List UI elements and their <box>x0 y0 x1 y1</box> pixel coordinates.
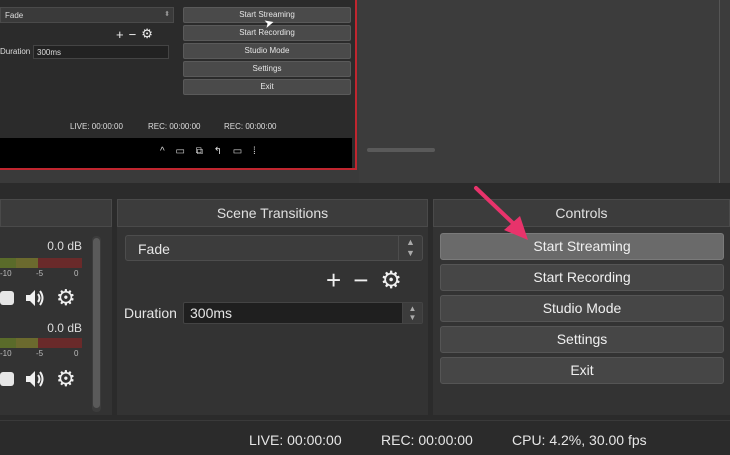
settings-button[interactable]: Settings <box>440 326 724 353</box>
rec-status: REC: 00:00:00 <box>381 432 473 448</box>
preview-canvas[interactable]: Fade ⬍ + − ⚙ Duration 300ms Start Stream… <box>0 0 357 170</box>
gear-icon[interactable]: ⚙ <box>56 366 76 392</box>
mixer-header <box>0 199 112 227</box>
duration-input[interactable]: 300ms ▲ ▼ <box>183 302 423 324</box>
studio-mode-button[interactable]: Studio Mode <box>440 295 724 322</box>
dock-gap <box>0 183 730 199</box>
mini-rec-status: REC: 00:00:00 <box>148 122 201 131</box>
minus-icon[interactable]: − <box>353 265 368 296</box>
mini-gear-icon: ⚙ <box>141 26 153 41</box>
live-status: LIVE: 00:00:00 <box>249 432 342 448</box>
channel-2-db: 0.0 dB <box>47 321 82 335</box>
duration-value: 300ms <box>190 305 233 321</box>
mini-duration-field: 300ms <box>33 45 169 59</box>
mini-toolbar: ^ ▭ ⧉ ↰ ▭ ⁞ <box>0 138 352 168</box>
status-bar: LIVE: 00:00:00 REC: 00:00:00 CPU: 4.2%, … <box>0 420 730 455</box>
preview-area: Fade ⬍ + − ⚙ Duration 300ms Start Stream… <box>0 0 730 183</box>
transition-tools: + − ⚙ <box>326 265 402 296</box>
mixer-scrollbar-thumb[interactable] <box>93 238 100 408</box>
mini-transition-value: Fade <box>5 11 24 20</box>
duration-spin-icon[interactable]: ▲ ▼ <box>402 303 422 323</box>
transition-select[interactable]: Fade ▲ ▼ <box>125 235 423 261</box>
preview-divider <box>719 0 720 183</box>
preview-scrollbar[interactable] <box>367 148 435 152</box>
speaker-icon[interactable] <box>24 288 46 308</box>
mini-transition-tools: + − ⚙ <box>116 26 153 42</box>
mini-toolbar-icons: ^ ▭ ⧉ ↰ ▭ ⁞ <box>160 146 260 157</box>
mini-studio-mode-button: Studio Mode <box>183 43 351 59</box>
channel-2-slider-handle[interactable] <box>0 372 14 386</box>
mini-select-arrow-icon: ⬍ <box>164 11 170 18</box>
scene-transitions-header: Scene Transitions <box>117 199 428 227</box>
channel-1-meter <box>0 258 82 268</box>
channel-2-controls: ⚙ <box>0 366 76 392</box>
mini-rec-status-2: REC: 00:00:00 <box>224 122 277 131</box>
cpu-status: CPU: 4.2%, 30.00 fps <box>512 432 647 448</box>
select-arrows-icon: ▲ ▼ <box>398 236 422 260</box>
channel-1-controls: ⚙ <box>0 285 76 311</box>
channel-1-slider-handle[interactable] <box>0 291 14 305</box>
duration-label: Duration <box>124 305 177 321</box>
mini-transition-select: Fade ⬍ <box>0 7 174 23</box>
speaker-icon[interactable] <box>24 369 46 389</box>
channel-2-meter <box>0 338 82 348</box>
exit-button[interactable]: Exit <box>440 357 724 384</box>
mini-exit-button: Exit <box>183 79 351 95</box>
mini-duration-label: Duration <box>0 47 31 56</box>
start-recording-button[interactable]: Start Recording <box>440 264 724 291</box>
mixer-scrollbar[interactable] <box>92 236 101 412</box>
channel-1-db: 0.0 dB <box>47 239 82 253</box>
plus-icon[interactable]: + <box>326 265 341 296</box>
mini-settings-button: Settings <box>183 61 351 77</box>
mini-live-status: LIVE: 00:00:00 <box>70 122 123 131</box>
annotation-arrow-icon <box>474 186 528 240</box>
gear-icon[interactable]: ⚙ <box>380 266 402 295</box>
transition-select-value: Fade <box>138 241 170 257</box>
mini-minus-icon: − <box>128 26 137 42</box>
preview-side-area <box>359 0 730 183</box>
gear-icon[interactable]: ⚙ <box>56 285 76 311</box>
mini-plus-icon: + <box>116 26 124 42</box>
